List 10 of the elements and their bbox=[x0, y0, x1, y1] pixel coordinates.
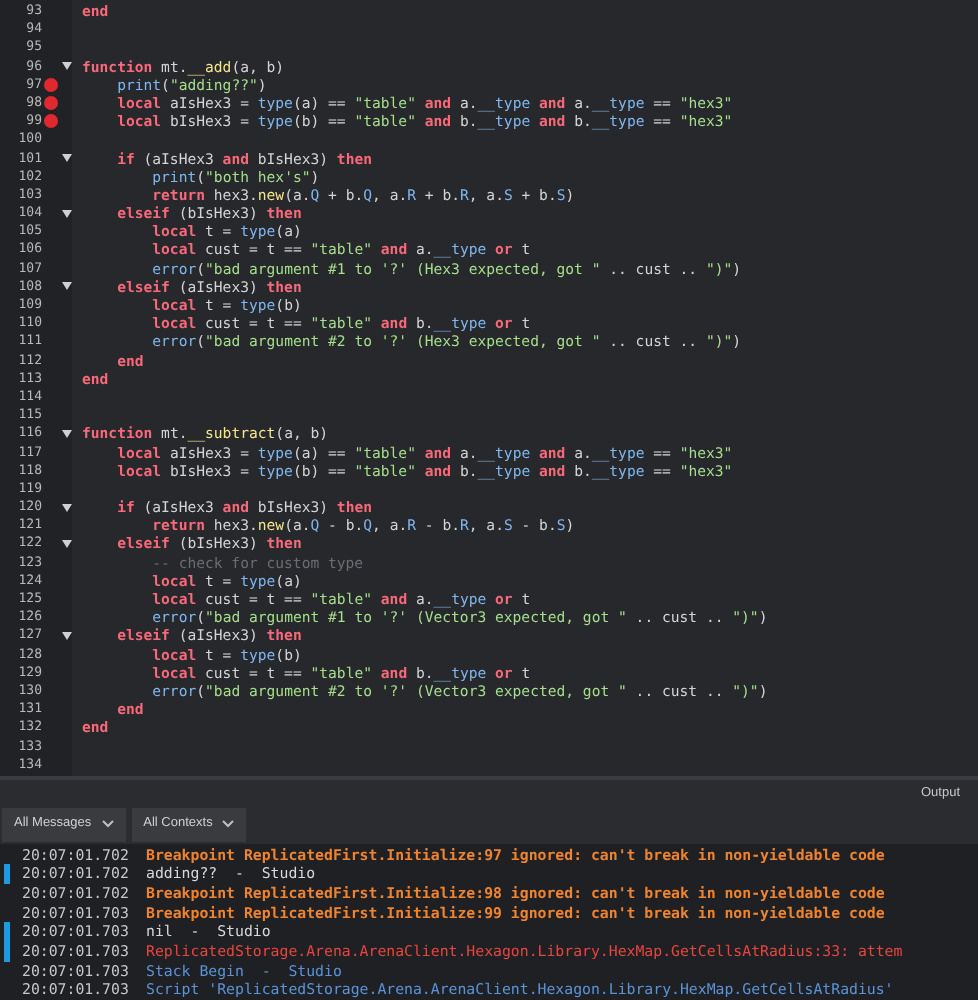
fold-caret-icon[interactable] bbox=[62, 503, 72, 512]
fold-caret-icon[interactable] bbox=[62, 429, 72, 438]
fold-caret-icon[interactable] bbox=[62, 154, 72, 163]
fold-caret-icon[interactable] bbox=[62, 282, 72, 291]
fold-caret-icon[interactable] bbox=[62, 62, 72, 71]
chevron-down-icon bbox=[222, 820, 235, 829]
chevron-down-icon bbox=[101, 820, 114, 829]
fold-caret-icon[interactable] bbox=[62, 209, 72, 218]
fold-caret-icon[interactable] bbox=[62, 540, 72, 549]
fold-caret-icon[interactable] bbox=[62, 631, 72, 640]
